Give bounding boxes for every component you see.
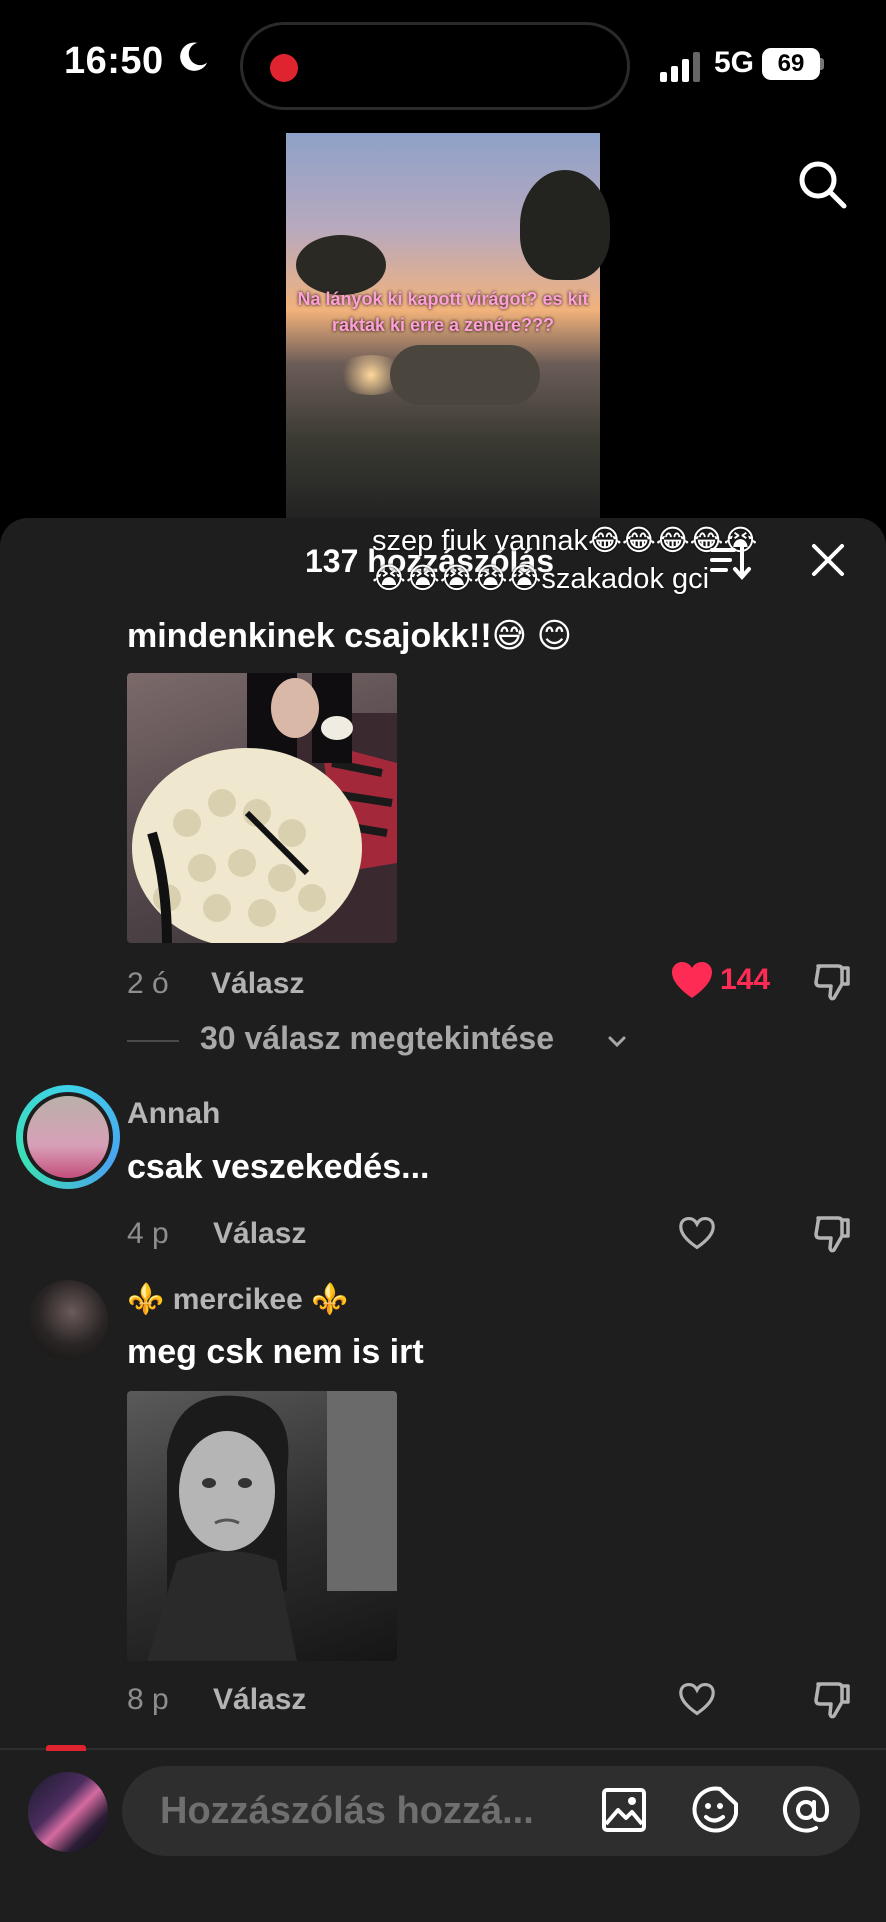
heart-icon[interactable] xyxy=(677,1681,717,1717)
reply-button[interactable]: Válasz xyxy=(211,967,304,1001)
video-tree xyxy=(520,170,610,280)
video-caption: Na lányok ki kapott virágot? es kit rakt… xyxy=(297,289,589,335)
search-icon[interactable] xyxy=(796,158,848,210)
heart-icon[interactable] xyxy=(670,960,714,1000)
image-icon[interactable] xyxy=(600,1786,648,1834)
close-icon[interactable] xyxy=(808,540,848,580)
comment-image[interactable] xyxy=(127,1391,397,1661)
emoji-icon[interactable] xyxy=(690,1784,742,1836)
avatar[interactable] xyxy=(28,1772,108,1852)
comment-image[interactable] xyxy=(127,673,397,943)
comment-username[interactable]: Annah xyxy=(127,1097,220,1131)
battery-level: 69 xyxy=(762,48,820,80)
chevron-down-icon[interactable] xyxy=(606,1030,628,1052)
comment-text: mindenkinek csajokk!!😅 😊 xyxy=(127,617,573,655)
comment-text: csak veszekedés... xyxy=(127,1148,430,1186)
signal-icon xyxy=(660,52,700,82)
replies-divider xyxy=(127,1040,179,1042)
dislike-icon[interactable] xyxy=(812,962,852,1002)
battery-tip xyxy=(820,58,824,70)
comment-time: 8 p xyxy=(127,1683,169,1716)
comment-time: 2 ó xyxy=(127,967,169,1000)
at-icon[interactable] xyxy=(780,1784,832,1836)
dynamic-island xyxy=(240,22,630,110)
video-hay-bale xyxy=(390,345,540,405)
next-avatar-ring xyxy=(46,1745,86,1751)
network-type: 5G xyxy=(714,46,755,79)
comment-input-placeholder[interactable]: Hozzászólás hozzá... xyxy=(160,1790,534,1833)
dislike-icon[interactable] xyxy=(812,1680,852,1720)
dislike-icon[interactable] xyxy=(812,1214,852,1254)
comment-text: meg csk nem is irt xyxy=(127,1333,424,1371)
moon-icon xyxy=(180,42,208,71)
comment-username[interactable]: ⚜️ mercikee ⚜️ xyxy=(127,1282,348,1317)
reply-button[interactable]: Válasz xyxy=(213,1683,306,1717)
sort-icon[interactable] xyxy=(708,540,752,584)
heart-icon[interactable] xyxy=(677,1215,717,1251)
status-time: 16:50 xyxy=(64,40,164,82)
recording-indicator xyxy=(270,54,298,82)
reply-button[interactable]: Válasz xyxy=(213,1217,306,1251)
view-replies-button[interactable]: 30 válasz megtekintése xyxy=(200,1020,554,1057)
avatar[interactable] xyxy=(28,1280,108,1360)
like-count: 144 xyxy=(720,963,771,996)
comment-time: 4 p xyxy=(127,1217,169,1250)
avatar[interactable] xyxy=(23,1092,113,1182)
